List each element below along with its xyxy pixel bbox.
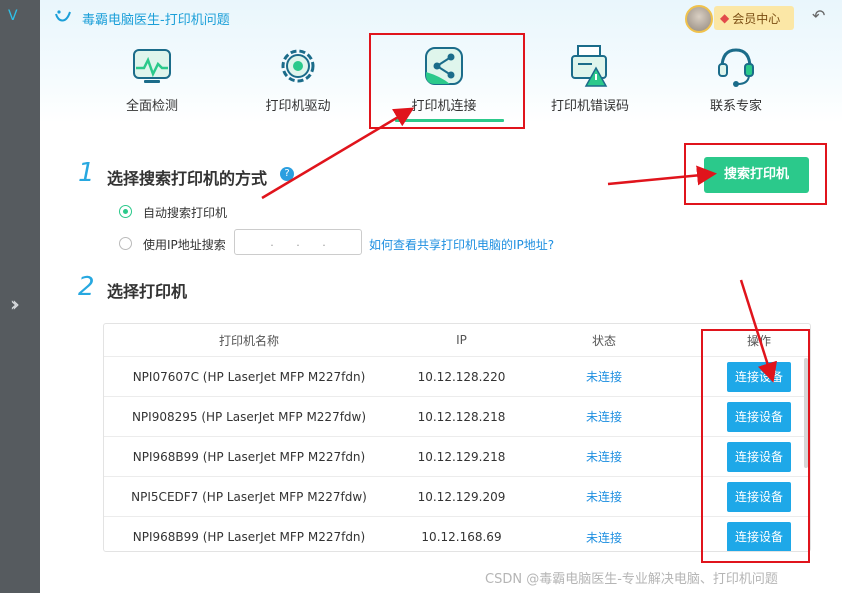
avatar[interactable] [685, 5, 713, 33]
col-header-status: 状态 [591, 333, 616, 348]
printer-status: 未连接 [585, 410, 622, 424]
vip-center-label: 会员中心 [732, 11, 781, 26]
annotation-box-search-button [684, 143, 827, 205]
printer-status: 未连接 [585, 530, 622, 545]
tab-full-scan[interactable]: 全面检测 [92, 42, 212, 122]
gear-icon [281, 49, 315, 83]
vip-center-button[interactable]: ◆ 会员中心 [714, 6, 794, 30]
background-window-strip: ᐯ ›› [0, 0, 40, 593]
printer-ip: 10.12.128.218 [417, 409, 506, 424]
app-logo-icon: ᐯ [8, 8, 18, 24]
app-logo-icon [55, 10, 71, 22]
radio-auto-search-label: 自动搜索打印机 [143, 206, 228, 220]
annotation-box-connect-buttons [701, 329, 810, 563]
printer-status: 未连接 [585, 370, 622, 384]
radio-ip-search-label: 使用IP地址搜索 [143, 238, 226, 252]
tab-printer-error-code[interactable]: 打印机错误码 [530, 42, 650, 122]
printer-name: NPI5CEDF7 (HP LaserJet MFP M227fdw) [131, 489, 367, 504]
headset-icon [718, 48, 754, 87]
ip-separator: . [322, 235, 326, 249]
ip-separator: . [270, 235, 274, 249]
radio-auto-search[interactable] [119, 205, 132, 218]
printer-warning-icon [571, 45, 608, 87]
printer-name: NPI07607C (HP LaserJet MFP M227fdn) [132, 369, 366, 384]
step-1-number: 1 [78, 158, 95, 188]
step-1-title: 选择搜索打印机的方式 [107, 169, 268, 188]
col-header-ip: IP [456, 333, 467, 347]
ip-help-link[interactable]: 如何查看共享打印机电脑的IP地址? [369, 236, 554, 253]
undo-arrow-icon[interactable]: ↶ [812, 6, 825, 25]
radio-ip-search[interactable] [119, 237, 132, 250]
watermark: CSDN @毒霸电脑医生-专业解决电脑、打印机问题 [485, 572, 778, 587]
col-header-name: 打印机名称 [218, 333, 279, 348]
title-bar: 毒霸电脑医生-打印机问题 ◆ 会员中心 ↶ [40, 0, 842, 36]
ip-address-input[interactable]: . . . [234, 229, 362, 255]
printer-name: NPI968B99 (HP LaserJet MFP M227fdn) [132, 449, 366, 464]
diamond-icon: ◆ [720, 11, 730, 25]
tab-label: 全面检测 [125, 99, 178, 114]
printer-name: NPI968B99 (HP LaserJet MFP M227fdn) [132, 530, 366, 544]
printer-ip: 10.12.129.218 [417, 449, 506, 464]
pulse-monitor-icon [133, 49, 171, 83]
tab-label: 打印机驱动 [265, 99, 331, 114]
help-icon[interactable]: ? [280, 167, 294, 181]
tab-printer-driver[interactable]: 打印机驱动 [238, 42, 358, 122]
expand-chevron-icon[interactable]: ›› [10, 292, 20, 316]
ip-separator: . [296, 235, 300, 249]
printer-status: 未连接 [585, 490, 622, 504]
step-2-number: 2 [78, 272, 95, 302]
tab-contact-expert[interactable]: 联系专家 [676, 42, 796, 122]
printer-name: NPI908295 (HP LaserJet MFP M227fdw) [131, 409, 367, 424]
annotation-box-connection-tab [369, 33, 525, 129]
app-title: 毒霸电脑医生-打印机问题 [82, 13, 230, 28]
tab-label: 打印机错误码 [550, 99, 629, 114]
printer-ip: 10.12.168.69 [421, 530, 502, 544]
printer-ip: 10.12.128.220 [417, 369, 506, 384]
printer-ip: 10.12.129.209 [417, 489, 506, 504]
step-2-title: 选择打印机 [107, 282, 188, 301]
tab-label: 联系专家 [709, 99, 762, 114]
printer-status: 未连接 [585, 450, 622, 464]
